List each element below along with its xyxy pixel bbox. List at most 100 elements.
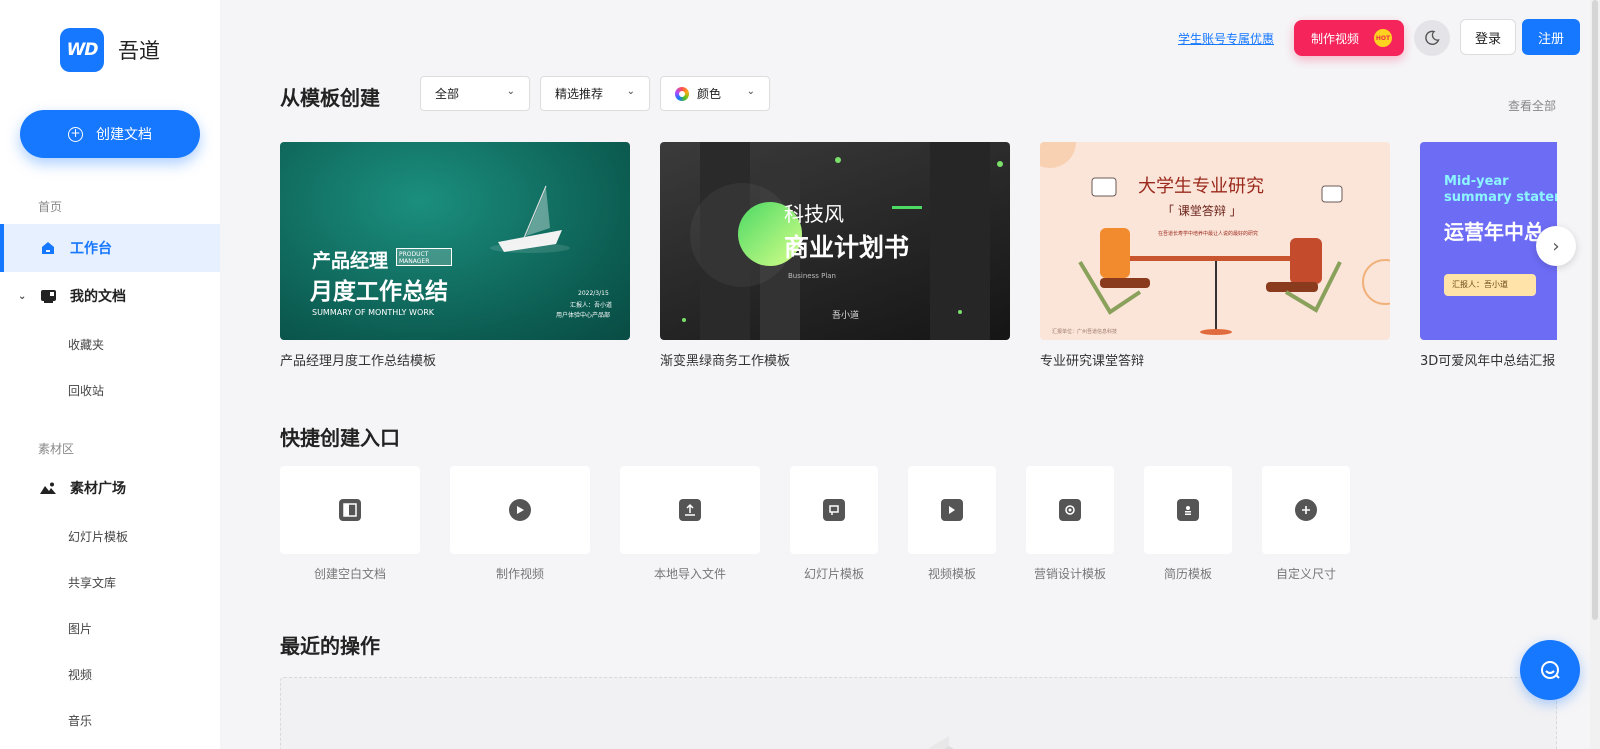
chevron-right-icon: › <box>1552 235 1560 257</box>
marketing-icon <box>1059 499 1081 521</box>
sidebar: WD 吾道 + 创建文档 首页 工作台 ⌄ 我的文档 收藏夹 回收站 素材区 素… <box>0 0 220 749</box>
quick-make-video-label: 制作视频 <box>495 567 544 581</box>
scrollbar-thumb[interactable] <box>1592 0 1598 620</box>
template-card-2[interactable]: 科技风 商业计划书 Business Plan 吾小道 <box>660 142 1010 340</box>
signup-button[interactable]: 注册 <box>1522 19 1580 55</box>
moon-icon <box>1425 30 1440 45</box>
sidebar-item-asset-square[interactable]: 素材广场 <box>0 464 220 512</box>
empty-box-icon <box>929 736 954 749</box>
create-document-label: 创建文档 <box>96 127 152 143</box>
chevron-down-icon[interactable]: ⌄ <box>18 291 26 302</box>
quick-slide-template-label: 幻灯片模板 <box>803 567 864 581</box>
upload-icon <box>679 499 701 521</box>
page-scrollbar[interactable] <box>1590 0 1600 749</box>
template-carousel: 产品经理 PRODUCT MANAGER 月度工作总结 SUMMARY OF M… <box>280 140 1557 370</box>
thumb-title-2: 月度工作总结 <box>310 279 448 305</box>
sidebar-item-videos[interactable]: 视频 <box>68 666 92 683</box>
make-video-label: 制作视频 <box>1311 31 1360 46</box>
sidebar-item-my-docs-label: 我的文档 <box>70 289 126 305</box>
plus-circle-icon: + <box>68 126 83 142</box>
sidebar-item-favorites[interactable]: 收藏夹 <box>68 336 104 353</box>
sidebar-item-shared-library[interactable]: 共享文库 <box>68 574 116 591</box>
play-icon <box>509 499 531 521</box>
templates-title: 从模板创建 <box>280 86 380 110</box>
thumb-author: 吾小道 <box>832 311 860 321</box>
chat-icon <box>1541 661 1560 679</box>
filter-all-dropdown[interactable]: 全部 ⌄ <box>420 76 530 111</box>
filter-color-dropdown[interactable]: 颜色 ⌄ <box>660 76 770 111</box>
thumb-tag: PRODUCT MANAGER <box>396 248 452 266</box>
quick-resume-template[interactable] <box>1144 466 1232 554</box>
sidebar-item-slide-templates[interactable]: 幻灯片模板 <box>68 528 128 545</box>
template-card-2-label[interactable]: 渐变黑绿商务工作模板 <box>660 350 790 369</box>
template-card-3[interactable]: 大学生专业研究 「 课堂答辩 」 在吾道长寿学中培养中最让人说的最好的研究 汇报… <box>1040 142 1390 340</box>
login-button[interactable]: 登录 <box>1460 19 1516 55</box>
make-video-button[interactable]: 制作视频 HOT <box>1294 20 1404 56</box>
sidebar-item-images[interactable]: 图片 <box>68 620 92 637</box>
quick-custom-size[interactable] <box>1262 466 1350 554</box>
student-offer-link[interactable]: 学生账号专属优惠 <box>1178 30 1274 47</box>
thumb-sub: Business Plan <box>788 272 836 280</box>
thumb-title-3: 运营年中总 <box>1444 220 1544 244</box>
quick-video-template-label: 视频模板 <box>927 567 976 581</box>
home-icon <box>40 241 56 255</box>
logo-mark-icon: WD <box>60 28 104 72</box>
thumb-title-2: summary statement <box>1444 190 1557 205</box>
support-chat-button[interactable] <box>1520 640 1580 700</box>
quick-import-file[interactable] <box>620 466 760 554</box>
hot-badge: HOT <box>1374 29 1392 47</box>
dark-mode-toggle[interactable] <box>1414 20 1450 56</box>
quick-marketing-template-label: 营销设计模板 <box>1033 567 1106 581</box>
thumb-title-1: 科技风 <box>784 202 844 226</box>
recent-title: 最近的操作 <box>280 634 380 658</box>
color-wheel-icon <box>675 86 689 101</box>
thumb-title-1: 产品经理 <box>312 250 389 272</box>
template-card-1[interactable]: 产品经理 PRODUCT MANAGER 月度工作总结 SUMMARY OF M… <box>280 142 630 340</box>
thumb-title-1: Mid-year <box>1444 174 1509 189</box>
slide-icon <box>823 499 845 521</box>
chevron-down-icon: ⌄ <box>626 86 635 97</box>
image-icon <box>40 482 56 494</box>
template-card-1-label[interactable]: 产品经理月度工作总结模板 <box>280 350 436 369</box>
thumb-sub: SUMMARY OF MONTHLY WORK <box>312 308 435 317</box>
recent-empty-area <box>280 677 1557 749</box>
thumb-title-2: 商业计划书 <box>784 233 910 262</box>
sidebar-item-workbench[interactable]: 工作台 <box>0 224 220 272</box>
carousel-next-button[interactable]: › <box>1536 226 1576 266</box>
template-card-4-label[interactable]: 3D可爱风年中总结汇报 <box>1420 350 1555 369</box>
thumb-reporter: 汇报人：吾小道 <box>570 302 613 309</box>
sidebar-item-music[interactable]: 音乐 <box>68 712 92 729</box>
quick-custom-size-label: 自定义尺寸 <box>1275 567 1336 581</box>
sidebar-item-asset-square-label: 素材广场 <box>70 481 126 497</box>
quick-slide-template[interactable] <box>790 466 878 554</box>
quick-resume-template-label: 简历模板 <box>1163 567 1212 581</box>
thumb-title-2: 「 课堂答辩 」 <box>1162 204 1242 218</box>
quick-video-template[interactable] <box>908 466 996 554</box>
filter-recommend-dropdown[interactable]: 精选推荐 ⌄ <box>540 76 650 111</box>
template-card-3-label[interactable]: 专业研究课堂答辩 <box>1040 350 1144 369</box>
quick-import-file-label: 本地导入文件 <box>653 567 726 581</box>
quick-create-title: 快捷创建入口 <box>280 426 400 450</box>
thumb-dept: 用户体验中心产品部 <box>556 312 611 319</box>
resume-icon <box>1177 499 1199 521</box>
video-template-icon <box>941 499 963 521</box>
thumb-reporter: 汇报人：吾小道 <box>1444 274 1536 296</box>
create-document-button[interactable]: + 创建文档 <box>20 110 200 158</box>
quick-blank-doc[interactable] <box>280 466 420 554</box>
quick-marketing-template[interactable] <box>1026 466 1114 554</box>
quick-make-video[interactable] <box>450 466 590 554</box>
sidebar-item-workbench-label: 工作台 <box>70 241 112 257</box>
plus-icon <box>1295 499 1317 521</box>
brand-logo[interactable]: WD 吾道 <box>60 28 160 72</box>
thumb-foot: 汇报单位：广州吾道信息科技 <box>1052 329 1118 335</box>
sidebar-item-my-docs[interactable]: ⌄ 我的文档 <box>0 272 220 320</box>
chevron-down-icon: ⌄ <box>506 86 515 97</box>
sidebar-item-recycle[interactable]: 回收站 <box>68 382 104 399</box>
blank-doc-icon <box>339 499 361 521</box>
thumb-sub: 在吾道长寿学中培养中最让人说的最好的研究 <box>1158 231 1259 237</box>
document-icon <box>40 289 56 303</box>
view-all-link[interactable]: 查看全部 <box>1508 97 1556 114</box>
quick-blank-doc-label: 创建空白文档 <box>313 567 386 581</box>
section-home-label: 首页 <box>38 200 63 214</box>
chevron-down-icon: ⌄ <box>746 86 755 97</box>
